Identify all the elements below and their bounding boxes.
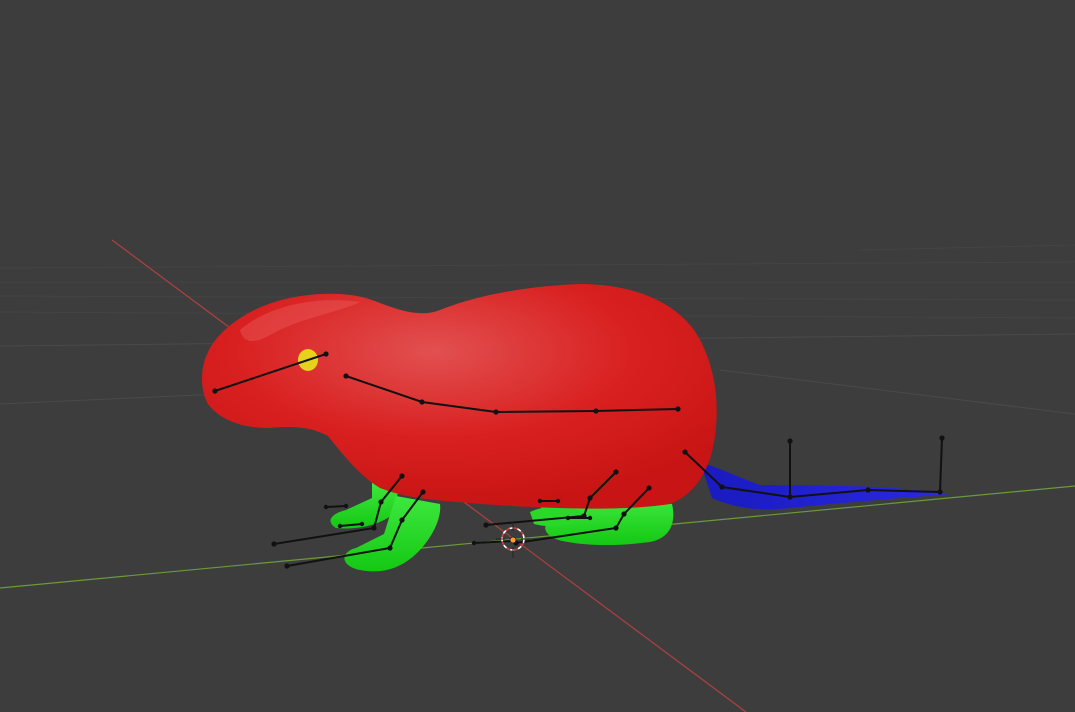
bone-joint[interactable] (378, 499, 384, 505)
tail-mesh[interactable] (700, 462, 952, 510)
bone-joint[interactable] (212, 388, 218, 394)
bone-joint[interactable] (343, 373, 349, 379)
bone-joint[interactable] (621, 511, 627, 517)
bone-joint[interactable] (675, 406, 681, 412)
bone-joint[interactable] (359, 521, 365, 527)
bone-joint[interactable] (719, 484, 725, 490)
bone-joint[interactable] (371, 525, 377, 531)
bone-joint[interactable] (787, 494, 793, 500)
3d-viewport[interactable] (0, 0, 1075, 712)
bone-joint[interactable] (271, 541, 277, 547)
bone-joint[interactable] (682, 449, 688, 455)
bone-joint[interactable] (419, 399, 425, 405)
bone-joint[interactable] (865, 487, 871, 493)
bone-joint[interactable] (323, 351, 329, 357)
bone-joint[interactable] (471, 540, 477, 546)
bone-front-toe-ik-1[interactable] (325, 505, 347, 508)
bone-joint[interactable] (323, 504, 329, 510)
bone-joint[interactable] (593, 408, 599, 414)
object-origin-icon (509, 536, 517, 544)
bone-joint[interactable] (587, 495, 593, 501)
bone-joint[interactable] (587, 515, 593, 521)
bone-joint[interactable] (337, 523, 343, 529)
bone-joint[interactable] (939, 435, 945, 441)
bone-joint[interactable] (493, 409, 499, 415)
bone-joint[interactable] (399, 517, 405, 523)
bone-joint[interactable] (613, 525, 619, 531)
grid-line (719, 369, 1075, 415)
bone-joint[interactable] (565, 515, 571, 521)
bone-tail-ik-2[interactable] (939, 437, 943, 493)
bone-joint[interactable] (646, 485, 652, 491)
viewport-canvas[interactable] (0, 0, 1075, 712)
bone-joint[interactable] (387, 545, 393, 551)
bone-joint[interactable] (937, 489, 943, 495)
bone-joint[interactable] (787, 438, 793, 444)
bone-joint[interactable] (284, 563, 290, 569)
bone-joint[interactable] (537, 498, 543, 504)
bone-joint[interactable] (555, 498, 561, 504)
bone-root[interactable] (473, 540, 513, 544)
grid-line (0, 261, 1075, 269)
bone-joint[interactable] (483, 522, 489, 528)
grid-line (859, 244, 1075, 251)
bone-joint[interactable] (613, 469, 619, 475)
bone-joint[interactable] (343, 503, 349, 509)
bone-joint[interactable] (399, 473, 405, 479)
bone-joint[interactable] (420, 489, 426, 495)
bone-joint[interactable] (581, 513, 587, 519)
